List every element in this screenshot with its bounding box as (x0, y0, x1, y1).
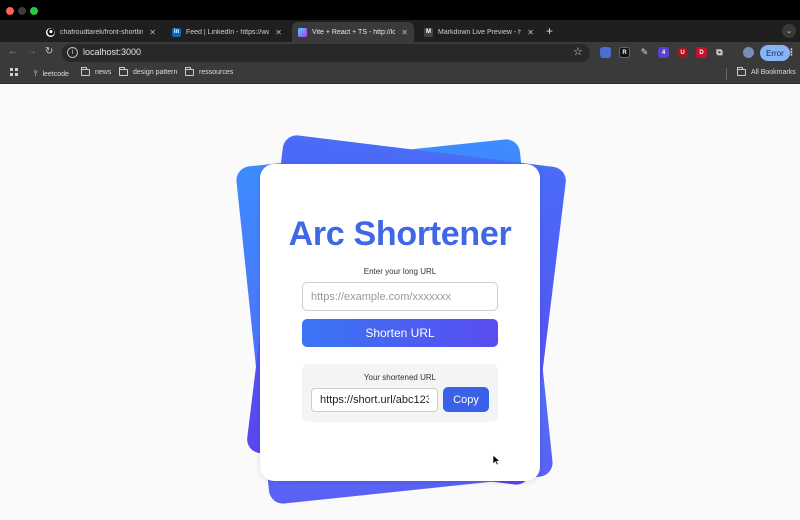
tab-title: Vite + React + TS - http://local (312, 28, 396, 36)
screen-top-strip (0, 0, 800, 20)
forward-button[interactable]: → (27, 46, 37, 57)
bookmark-label: design pattern (133, 69, 178, 76)
tab-title: chafroudtarek/front-shortlink (60, 28, 144, 36)
all-bookmarks[interactable]: All Bookmarks (737, 67, 796, 76)
reload-button[interactable]: ↻ (45, 46, 53, 57)
bookmark-leetcode[interactable]: ⫯ leetcode (34, 69, 69, 79)
eyedropper-icon[interactable]: ✎ (639, 47, 650, 58)
github-icon (46, 27, 55, 37)
long-url-label: Enter your long URL (363, 267, 437, 276)
close-window-button[interactable] (6, 7, 14, 15)
copy-button[interactable]: Copy (443, 387, 489, 412)
tab-linkedin[interactable]: in Feed | LinkedIn - https://www.li ✕ (166, 22, 288, 42)
close-tab-icon[interactable]: ✕ (527, 28, 534, 37)
linkedin-icon: in (172, 27, 181, 37)
kebab-menu-icon[interactable]: ⋮ (786, 47, 797, 58)
folder-icon (185, 67, 194, 76)
folder-icon (81, 67, 90, 76)
close-tab-icon[interactable]: ✕ (275, 28, 282, 37)
app-title: Arc Shortener (288, 215, 512, 253)
site-info-icon[interactable]: i (67, 47, 78, 58)
bookmark-news[interactable]: news (81, 67, 112, 76)
bookmark-ressources[interactable]: ressources (185, 67, 234, 76)
ublock-icon[interactable]: U (677, 47, 688, 58)
url-text[interactable]: localhost:3000 (83, 47, 141, 57)
extension-icon[interactable] (600, 47, 611, 58)
shorten-url-button[interactable]: Shorten URL (302, 319, 498, 347)
extension-badge-icon[interactable]: 4 (658, 47, 669, 58)
extension-r-icon[interactable]: R (619, 47, 630, 58)
minimize-window-button[interactable] (18, 7, 26, 15)
tab-title: Feed | LinkedIn - https://www.li (186, 28, 270, 36)
bookmark-design-pattern[interactable]: design pattern (119, 67, 178, 76)
puzzle-icon[interactable]: ⧉ (714, 47, 725, 58)
folder-icon (119, 67, 128, 76)
tab-markdown[interactable]: M Markdown Live Preview - https ✕ (418, 22, 540, 42)
zoom-window-button[interactable] (30, 7, 38, 15)
avatar[interactable] (743, 47, 754, 58)
shortened-url-label: Your shortened URL (363, 373, 437, 382)
shortened-url-field[interactable] (311, 388, 438, 412)
bookmark-star-icon[interactable]: ☆ (573, 45, 583, 58)
pin-icon: ⫯ (34, 69, 38, 78)
mouse-cursor-icon (492, 454, 501, 466)
vite-icon (298, 27, 307, 37)
markdown-icon: M (424, 27, 433, 37)
close-tab-icon[interactable]: ✕ (149, 28, 156, 37)
extension-d-icon[interactable]: D (696, 47, 707, 58)
bookmarks-divider (726, 68, 727, 80)
back-button[interactable]: ← (8, 46, 18, 57)
tab-search-button[interactable]: ⌄ (782, 24, 796, 38)
long-url-input[interactable] (302, 282, 498, 311)
tab-github[interactable]: chafroudtarek/front-shortlink ✕ (40, 22, 162, 42)
bookmark-label: ressources (199, 69, 234, 76)
apps-grid-icon[interactable] (10, 68, 19, 77)
address-bar[interactable] (62, 44, 590, 62)
folder-icon (737, 67, 746, 76)
tab-title: Markdown Live Preview - https (438, 28, 522, 36)
all-bookmarks-label: All Bookmarks (751, 69, 796, 76)
bookmark-label: news (95, 69, 112, 76)
tab-vite[interactable]: Vite + React + TS - http://local ✕ (292, 22, 414, 42)
new-tab-button[interactable]: + (546, 24, 553, 38)
close-tab-icon[interactable]: ✕ (401, 28, 408, 37)
chevron-down-icon: ⌄ (786, 28, 792, 35)
bookmark-label: leetcode (42, 70, 69, 78)
